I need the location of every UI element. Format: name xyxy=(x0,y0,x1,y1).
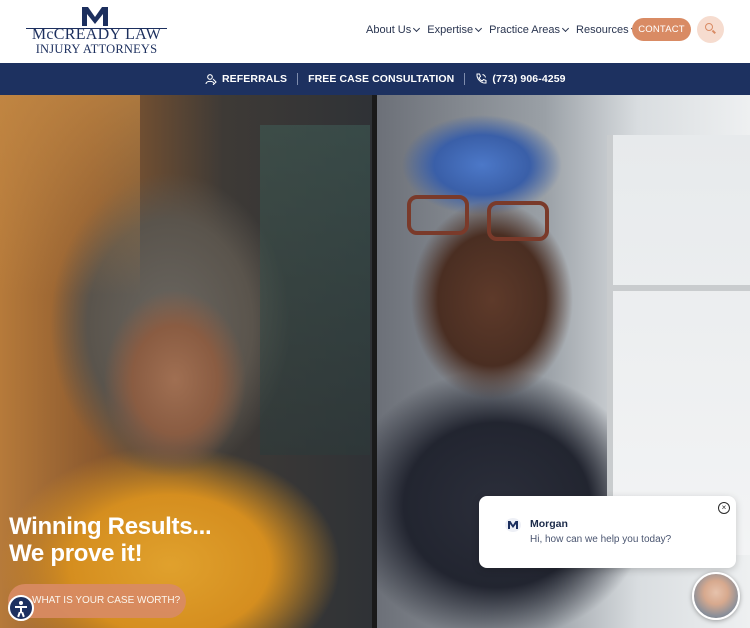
chat-logo-icon xyxy=(505,518,521,532)
photo-glasses-lens xyxy=(407,195,469,235)
chevron-down-icon xyxy=(413,24,421,33)
contact-button[interactable]: CONTACT xyxy=(632,18,691,41)
search-icon-handle xyxy=(712,29,716,34)
accessibility-icon[interactable] xyxy=(8,595,34,621)
bar-divider xyxy=(464,73,466,85)
referrals-link[interactable]: REFERRALS xyxy=(222,73,287,85)
photo-backdrop xyxy=(260,125,370,455)
chat-agent-avatar[interactable] xyxy=(692,572,740,620)
photo-window xyxy=(607,135,750,555)
nav-expertise[interactable]: Expertise xyxy=(427,22,483,38)
hero-headline: Winning Results... We prove it! xyxy=(9,513,212,567)
hero-headline-line2: We prove it! xyxy=(9,540,143,567)
chevron-down-icon xyxy=(561,24,570,33)
utility-bar: REFERRALS FREE CASE CONSULTATION (773) 9… xyxy=(0,63,750,95)
nav-expertise-label: Expertise xyxy=(427,24,474,36)
logo-m-icon xyxy=(82,6,108,26)
main-nav: About Us Expertise Practice Areas Resour… xyxy=(366,22,645,38)
nav-resources-label: Resources xyxy=(576,24,629,36)
photo-window-bar xyxy=(607,285,750,291)
free-consultation-link[interactable]: FREE CASE CONSULTATION xyxy=(308,73,454,85)
referral-icon xyxy=(205,74,217,85)
case-worth-button[interactable]: WHAT IS YOUR CASE WORTH? xyxy=(8,584,186,618)
nav-practice-areas[interactable]: Practice Areas xyxy=(489,22,570,38)
chat-message: Hi, how can we help you today? xyxy=(530,534,672,545)
photo-glasses-lens xyxy=(487,201,549,241)
a11y-figure xyxy=(19,601,23,605)
chat-popup[interactable]: Morgan Hi, how can we help you today? × xyxy=(479,496,736,568)
photo-glasses xyxy=(407,195,557,245)
site-header: McCREADY LAW INJURY ATTORNEYS About Us E… xyxy=(0,0,750,63)
nav-resources[interactable]: Resources xyxy=(576,22,638,38)
phone-link[interactable]: (773) 906-4259 xyxy=(492,73,565,85)
site-logo[interactable]: McCREADY LAW INJURY ATTORNEYS xyxy=(24,5,169,57)
hero-headline-line1: Winning Results... xyxy=(9,513,212,540)
nav-about-us-label: About Us xyxy=(366,24,412,36)
close-icon[interactable]: × xyxy=(718,502,730,514)
search-button[interactable] xyxy=(697,16,724,43)
phone-icon xyxy=(476,73,487,84)
nav-about-us[interactable]: About Us xyxy=(366,22,421,38)
a11y-figure xyxy=(21,611,25,618)
photo-backdrop xyxy=(0,95,140,295)
chat-agent-name: Morgan xyxy=(530,518,568,530)
logo-line2: INJURY ATTORNEYS xyxy=(35,42,158,56)
bar-divider xyxy=(297,73,299,85)
nav-practice-areas-label: Practice Areas xyxy=(489,24,561,36)
utility-bar-links: REFERRALS FREE CASE CONSULTATION (773) 9… xyxy=(205,63,566,95)
chevron-down-icon xyxy=(475,24,483,33)
